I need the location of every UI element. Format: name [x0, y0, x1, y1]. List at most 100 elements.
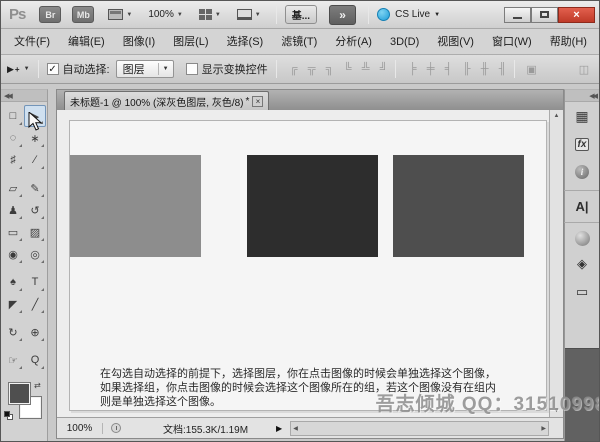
distribute-icon[interactable]: ╡ — [441, 63, 457, 75]
hand-tool[interactable]: ☞ — [2, 349, 24, 371]
menu-item[interactable]: 选择(S) — [218, 29, 273, 55]
menu-item[interactable]: 图像(I) — [114, 29, 164, 55]
line-tool[interactable]: ╱ — [24, 293, 46, 315]
align-icon[interactable]: ╝ — [376, 63, 392, 75]
distribute-icon[interactable]: ╞ — [405, 63, 421, 75]
menu-item[interactable]: 图层(L) — [164, 29, 217, 55]
workspace-overflow-button[interactable]: » — [329, 5, 356, 25]
foreground-color-swatch[interactable] — [9, 383, 30, 404]
healing-brush-tool[interactable]: ▱ — [2, 177, 24, 199]
masks-panel-icon[interactable]: ▭ — [567, 278, 597, 306]
rectangular-marquee-tool[interactable]: □ — [2, 105, 24, 127]
view-extras-button[interactable]: ▼ — [105, 6, 135, 24]
workspace-button[interactable]: 基... — [285, 5, 317, 24]
character-panel-icon[interactable]: A| — [564, 190, 600, 218]
menu-item[interactable]: 文件(F) — [5, 29, 59, 55]
menu-item[interactable]: 视图(V) — [428, 29, 483, 55]
eraser-tool[interactable]: ▭ — [2, 221, 24, 243]
dodge-tool[interactable]: ◎ — [24, 243, 46, 265]
scroll-left-icon[interactable]: ◀ — [293, 425, 298, 432]
chevron-down-icon: ▼ — [158, 63, 173, 75]
crop-tool[interactable]: ♯ — [2, 149, 24, 171]
auto-select-dropdown[interactable]: 图层 ▼ — [116, 60, 174, 78]
launch-bridge-button[interactable]: Br — [39, 6, 61, 23]
workspace: ◀◀ □▶◌∗♯∕▱✎♟↺▭▨◉◎♠T◤╱↻⊕☞Q ⇄ ◌ 未标题-1 @ 10… — [1, 85, 599, 441]
distribute-icon[interactable]: ╪ — [423, 63, 439, 75]
distribute-icon[interactable]: ╫ — [477, 63, 493, 75]
divider — [368, 6, 369, 24]
vertical-scrollbar[interactable]: ▲ ▼ — [549, 110, 563, 417]
3d-panel-icon[interactable]: ● — [564, 222, 600, 250]
zoom-level-button[interactable]: 100% ▼ — [145, 6, 186, 24]
history-brush-tool[interactable]: ↺ — [24, 199, 46, 221]
menu-item[interactable]: 分析(A) — [326, 29, 381, 55]
photoshop-logo: Ps — [9, 6, 25, 23]
3d-orbit-tool[interactable]: ⊕ — [24, 321, 46, 343]
document-body: 在勾选自动选择的前提下，选择图层，你在点击图像的时候会单独选择这个图像， 如果选… — [57, 110, 563, 417]
lasso-tool[interactable]: ◌ — [2, 127, 24, 149]
arrange-documents-button[interactable]: ▼ — [196, 6, 224, 24]
tools-panel: ◀◀ □▶◌∗♯∕▱✎♟↺▭▨◉◎♠T◤╱↻⊕☞Q ⇄ ◌ — [1, 89, 48, 441]
tools-panel-collapse-button[interactable]: ◀◀ — [1, 90, 47, 102]
close-button[interactable]: × — [558, 7, 595, 23]
menu-item[interactable]: 窗口(W) — [483, 29, 541, 55]
distribute-icon[interactable]: ╢ — [495, 63, 511, 75]
styles-panel-icon[interactable]: fx — [567, 130, 597, 158]
default-colors-icon[interactable] — [4, 411, 13, 420]
light-gray-layer[interactable] — [70, 155, 201, 257]
horizontal-scrollbar[interactable]: ◀ ▶ — [290, 421, 549, 436]
swap-colors-icon[interactable]: ⇄ — [34, 381, 41, 390]
pen-tool[interactable]: ♠ — [2, 271, 24, 293]
panel-dock-expand-button[interactable]: ◀◀ — [565, 90, 599, 102]
medium-gray-layer[interactable] — [393, 155, 524, 257]
path-selection-tool[interactable]: ◤ — [2, 293, 24, 315]
chevron-down-icon: ▼ — [215, 12, 221, 18]
status-zoom-field[interactable]: 100% — [57, 423, 103, 434]
swatches-panel-icon[interactable]: ▦ — [567, 102, 597, 130]
scroll-up-icon[interactable]: ▲ — [554, 110, 560, 122]
auto-select-label: 自动选择: — [63, 61, 110, 77]
document-tab[interactable]: 未标题-1 @ 100% (深灰色图层, 灰色/8) * × — [64, 91, 269, 110]
clone-stamp-tool[interactable]: ♟ — [2, 199, 24, 221]
show-transform-label: 显示变换控件 — [202, 61, 268, 77]
photoshop-window: Ps Br Mb ▼ 100% ▼ ▼ ▼ 基... » CS Live ▼ — [0, 0, 600, 442]
3d-rotate-tool[interactable]: ↻ — [2, 321, 24, 343]
panel-toggle-icon[interactable]: ◫ — [576, 63, 592, 76]
chevron-down-icon: ▼ — [24, 66, 30, 72]
align-icon[interactable]: ╚ — [340, 63, 356, 75]
distribute-icon[interactable]: ╟ — [459, 63, 475, 75]
minimize-button[interactable] — [504, 7, 531, 23]
tab-close-icon[interactable]: × — [252, 96, 263, 107]
mouse-cursor — [28, 112, 43, 131]
dark-gray-layer[interactable] — [247, 155, 378, 257]
align-icon[interactable]: ╗ — [322, 63, 338, 75]
brush-tool[interactable]: ✎ — [24, 177, 46, 199]
blur-tool[interactable]: ◉ — [2, 243, 24, 265]
cs-live-button[interactable]: CS Live ▼ — [377, 8, 440, 21]
type-tool[interactable]: T — [24, 271, 46, 293]
menu-item[interactable]: 编辑(E) — [59, 29, 114, 55]
menu-item[interactable]: 帮助(H) — [541, 29, 596, 55]
zoom-tool[interactable]: Q — [24, 349, 46, 371]
auto-align-layers-icon[interactable]: ▣ — [524, 63, 540, 76]
gradient-tool[interactable]: ▨ — [24, 221, 46, 243]
chevron-down-icon: ▼ — [255, 12, 261, 18]
eyedropper-tool[interactable]: ∕ — [24, 149, 46, 171]
align-icon[interactable]: ╦ — [304, 63, 320, 75]
arrange-documents-icon — [199, 9, 212, 20]
layer-comps-panel-icon[interactable]: ◈ — [567, 250, 597, 278]
status-menu-arrow-icon[interactable]: ▶ — [276, 424, 282, 433]
align-icon[interactable]: ╔ — [286, 63, 302, 75]
maximize-button[interactable] — [531, 7, 558, 23]
menu-item[interactable]: 滤镜(T) — [272, 29, 326, 55]
scroll-right-icon[interactable]: ▶ — [541, 425, 546, 432]
launch-mini-bridge-button[interactable]: Mb — [72, 6, 94, 23]
canvas[interactable]: 在勾选自动选择的前提下，选择图层，你在点击图像的时候会单独选择这个图像， 如果选… — [69, 120, 547, 411]
screen-mode-button[interactable]: ▼ — [234, 6, 264, 24]
menu-item[interactable]: 3D(D) — [381, 29, 428, 55]
auto-select-checkbox[interactable]: ✓ — [47, 63, 59, 75]
align-icon[interactable]: ╩ — [358, 63, 374, 75]
info-panel-icon[interactable]: i — [567, 158, 597, 186]
tool-preset-button[interactable]: ▶ + ▼ — [7, 64, 30, 75]
show-transform-checkbox[interactable] — [186, 63, 198, 75]
